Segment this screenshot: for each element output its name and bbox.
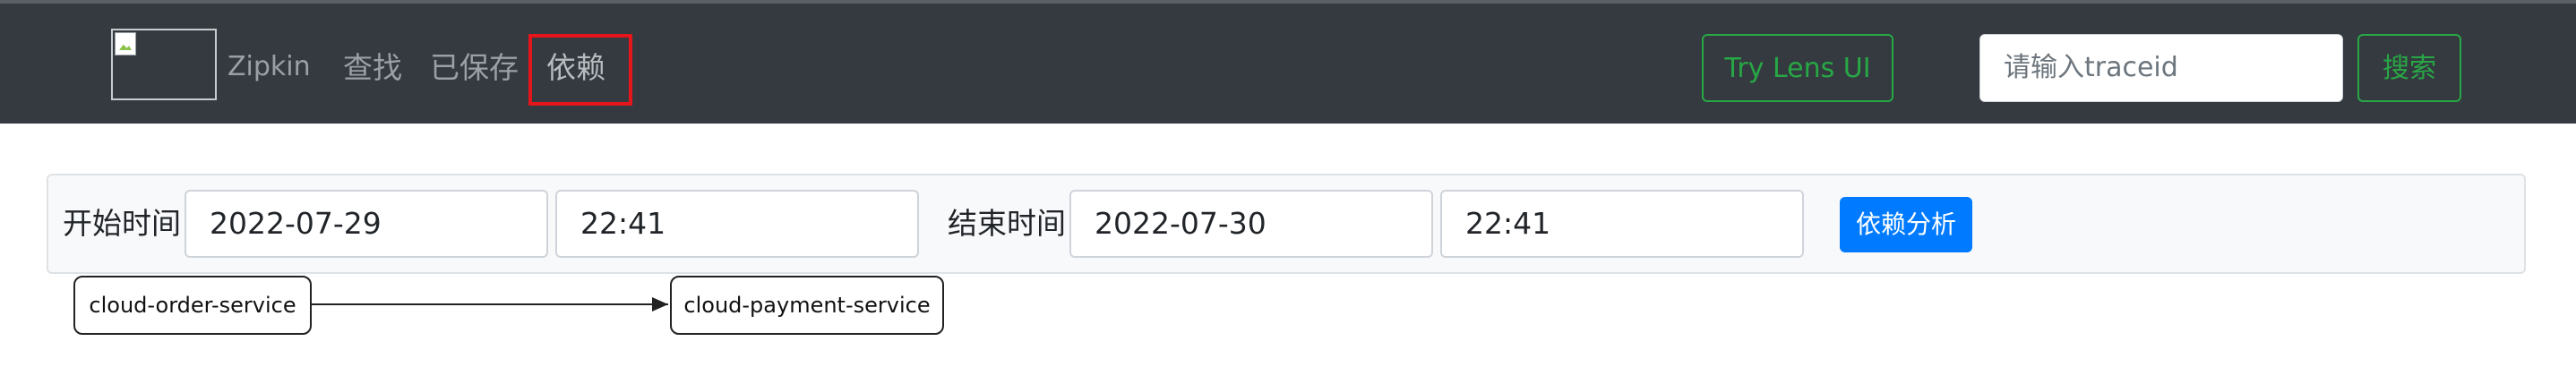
service-node-payment[interactable]: cloud-payment-service [670,276,944,335]
start-time-label: 开始时间 [63,206,181,241]
search-button[interactable]: 搜索 [2357,34,2461,102]
top-navbar: Zipkin 查找 已保存 依赖 Try Lens UI 请输入traceid … [0,0,2576,124]
end-date-input[interactable]: 2022-07-30 [1069,190,1433,258]
nav-link-find[interactable]: 查找 [343,50,402,86]
start-time-input[interactable]: 22:41 [555,190,919,258]
broken-image-icon [115,32,136,55]
try-lens-ui-button[interactable]: Try Lens UI [1702,34,1893,102]
dependency-graph: cloud-order-service cloud-payment-servic… [0,269,2576,367]
nav-link-dependencies[interactable]: 依赖 [546,50,605,86]
logo-image[interactable] [111,29,217,100]
analyze-dependencies-button[interactable]: 依赖分析 [1840,197,1972,252]
nav-link-saved[interactable]: 已保存 [430,50,519,86]
end-time-label: 结束时间 [948,206,1066,241]
dependency-edge [312,297,668,312]
traceid-input[interactable]: 请输入traceid [1979,34,2343,102]
brand-name[interactable]: Zipkin [228,50,311,84]
end-time-input[interactable]: 22:41 [1440,190,1804,258]
start-date-input[interactable]: 2022-07-29 [185,190,548,258]
service-node-order[interactable]: cloud-order-service [73,276,312,335]
